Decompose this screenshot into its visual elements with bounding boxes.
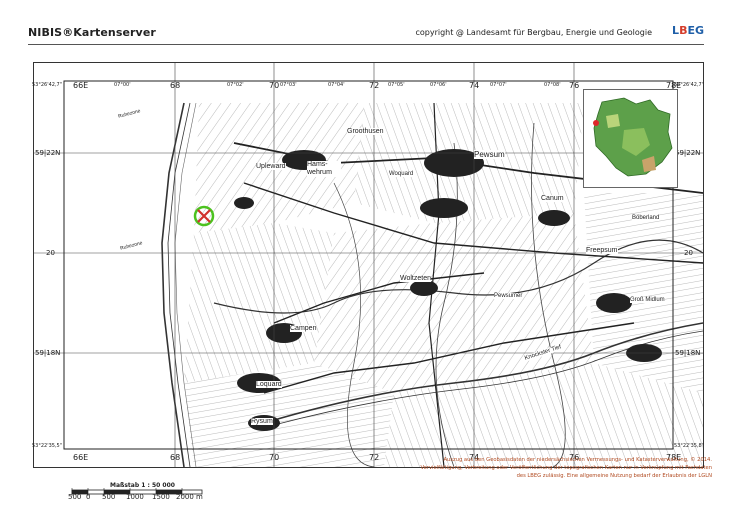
easting-label: 68	[170, 81, 181, 90]
overview-map[interactable]	[583, 89, 678, 188]
easting-label-bottom: 68	[170, 453, 181, 462]
place-name: Campen	[290, 325, 317, 332]
scale-tick-label: 1000	[126, 493, 144, 501]
attribution-line: des LBEG zulässig. Eine allgemeine Nutzu…	[516, 473, 712, 479]
place-name: Woltzeten	[400, 275, 431, 282]
scale-tick-label: 1500	[152, 493, 170, 501]
easting-label: 74	[469, 81, 480, 90]
lbeg-logo: LBEG	[672, 24, 704, 37]
easting-label: 76	[569, 81, 580, 90]
lon-tick: 07°08'	[544, 82, 561, 88]
place-name: Canum	[541, 195, 564, 202]
place-name: Groothusen	[347, 128, 384, 135]
app-title: NIBIS®Kartenserver	[28, 26, 156, 39]
corner-label-top-right: 53°26'42,7"	[674, 82, 705, 88]
place-name: Upleward	[256, 163, 286, 170]
copyright-text: copyright @ Landesamt für Bergbau, Energ…	[415, 28, 652, 37]
overview-map-canvas	[593, 97, 673, 177]
lon-tick: 07°06'	[430, 82, 447, 88]
northing-label: 59|18N	[35, 349, 61, 357]
place-name: Pewsum	[474, 150, 505, 159]
place-name: Woquard	[389, 171, 414, 177]
place-name: Hams-wehrum	[307, 161, 341, 177]
place-name: Pewsumer	[494, 293, 523, 299]
corner-label-bottom-left: 53°22'35,5"	[32, 443, 63, 449]
lon-tick: 07°07'	[490, 82, 507, 88]
northing-label-right: 59|22N	[675, 149, 701, 157]
easting-label: 66E	[73, 81, 89, 90]
northing-label-right: 59|18N	[675, 349, 701, 357]
place-name: Rysum	[251, 418, 273, 425]
corner-label-bottom-right: 53°22'35,8"	[674, 443, 705, 449]
place-name: Groß Midlum	[630, 297, 665, 303]
lon-tick: 07°00'	[114, 82, 131, 88]
scale-tick-label: 2000 m	[176, 493, 203, 501]
page-header: NIBIS®Kartenserver copyright @ Landesamt…	[28, 24, 704, 42]
easting-label-bottom: 72	[369, 453, 380, 462]
attribution-line: Vervielfältigung, Verbreitung oder Veröf…	[420, 465, 712, 471]
lon-tick: 07°03'	[280, 82, 297, 88]
lon-tick: 07°05'	[388, 82, 405, 88]
scale-tick-label: 500	[102, 493, 116, 501]
scale-bar: Maßstab 1 : 50 000 500 0 500 1000 1500 2…	[62, 478, 222, 514]
header-divider	[28, 44, 704, 45]
lon-tick: 07°02'	[227, 82, 244, 88]
easting-label-bottom: 70	[269, 453, 280, 462]
place-name: Böberland	[632, 215, 660, 221]
northing-label: 59|22N	[35, 149, 61, 157]
scale-tick-label: 0	[86, 493, 91, 501]
corner-label-top-left: 53°26'42,7"	[32, 82, 63, 88]
attribution-text: Auszug aus den Geobasisdaten der nieders…	[400, 456, 712, 480]
lon-tick: 07°04'	[328, 82, 345, 88]
place-name: Loquard	[256, 381, 282, 388]
overview-position-dot	[593, 120, 599, 126]
northing-label: 20	[46, 249, 55, 257]
scale-tick-label: 500	[68, 493, 82, 501]
easting-label: 72	[369, 81, 380, 90]
easting-label-bottom: 66E	[73, 453, 89, 462]
place-name: Freepsum	[586, 247, 618, 254]
easting-label: 70	[269, 81, 280, 90]
attribution-line: Auszug aus den Geobasisdaten der nieders…	[443, 457, 712, 463]
northing-label-right: 20	[684, 249, 693, 257]
